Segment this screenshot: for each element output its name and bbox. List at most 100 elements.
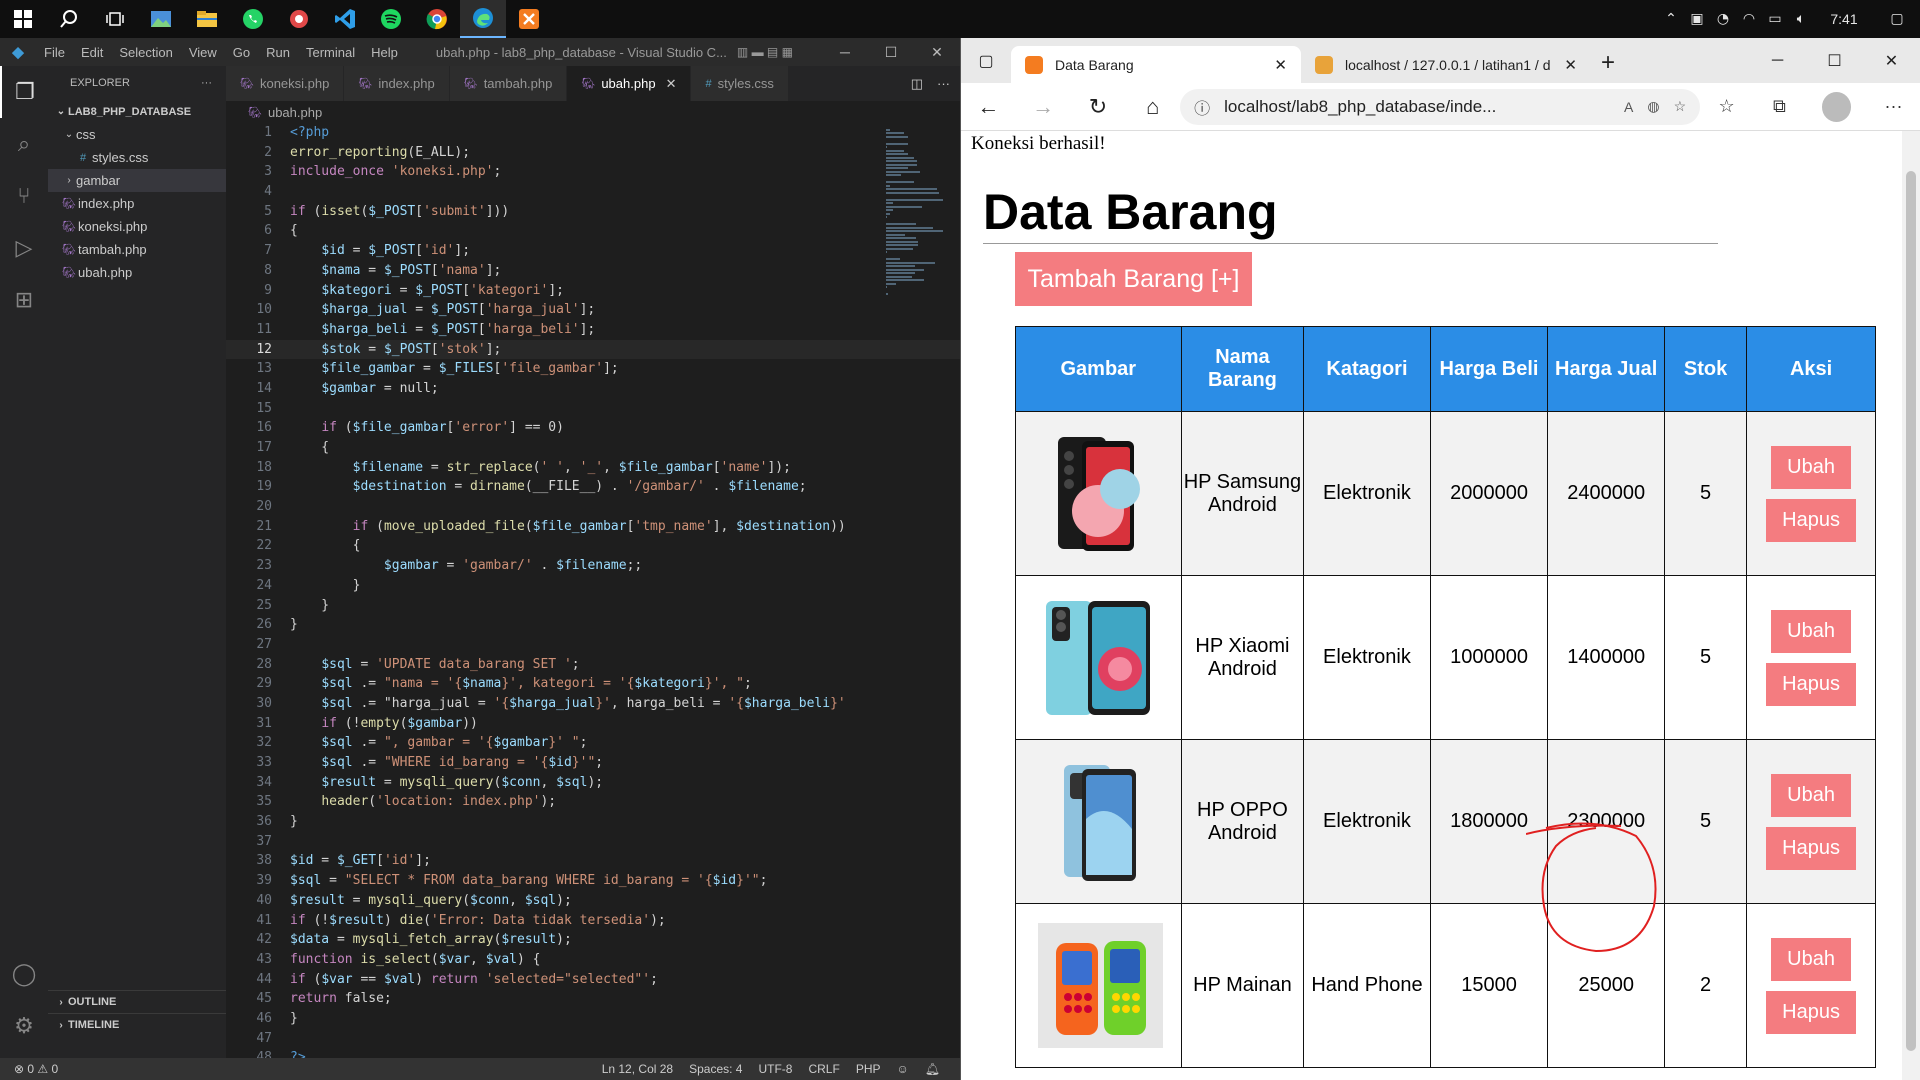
menu-terminal[interactable]: Terminal bbox=[298, 45, 363, 60]
maximize-button[interactable]: ☐ bbox=[1806, 51, 1863, 71]
outline-section[interactable]: › OUTLINE bbox=[48, 990, 226, 1013]
close-tab-icon[interactable]: ✕ bbox=[1274, 56, 1287, 74]
code-line[interactable]: 10 $harga_jual = $_POST['harga_jual']; bbox=[226, 300, 960, 320]
file-explorer-icon[interactable] bbox=[184, 0, 230, 38]
feedback-icon[interactable]: ☺ bbox=[897, 1062, 909, 1076]
code-line[interactable]: 27 bbox=[226, 635, 960, 655]
tree-item-css-folder[interactable]: ⌄ css bbox=[48, 123, 226, 146]
code-line[interactable]: 26} bbox=[226, 615, 960, 635]
delete-button[interactable]: Hapus bbox=[1766, 826, 1856, 870]
vscode-icon[interactable] bbox=[322, 0, 368, 38]
volume-icon[interactable]: 🔈︎ bbox=[1788, 11, 1814, 27]
extensions-icon[interactable]: ⊞ bbox=[0, 274, 48, 326]
browser-tab-phpmyadmin[interactable]: localhost / 127.0.0.1 / latihan1 / d ✕ bbox=[1301, 46, 1591, 83]
code-line[interactable]: 25 } bbox=[226, 596, 960, 616]
photos-icon[interactable] bbox=[138, 0, 184, 38]
split-editor-icon[interactable]: ◫ bbox=[911, 76, 923, 92]
code-line[interactable]: 18 $filename = str_replace(' ', '_', $fi… bbox=[226, 458, 960, 478]
code-line[interactable]: 2 error_reporting(E_ALL); bbox=[226, 143, 960, 163]
more-menu-icon[interactable]: ··· bbox=[1867, 96, 1920, 117]
battery-icon[interactable]: ▭ bbox=[1762, 11, 1788, 27]
tree-item-styles-css[interactable]: # styles.css bbox=[48, 146, 226, 169]
menu-selection[interactable]: Selection bbox=[111, 45, 180, 60]
code-line[interactable]: 28 $sql = 'UPDATE data_barang SET '; bbox=[226, 655, 960, 675]
code-line[interactable]: 9 $kategori = $_POST['kategori']; bbox=[226, 281, 960, 301]
url-text[interactable]: localhost/lab8_php_database/inde... bbox=[1224, 97, 1610, 117]
whatsapp-icon[interactable] bbox=[230, 0, 276, 38]
code-line[interactable]: 35 header('location: index.php'); bbox=[226, 792, 960, 812]
close-button[interactable]: ✕ bbox=[914, 44, 960, 61]
add-item-button[interactable]: Tambah Barang [+] bbox=[1015, 252, 1252, 306]
edge-icon[interactable] bbox=[460, 0, 506, 38]
breadcrumb-file[interactable]: ubah.php bbox=[268, 105, 322, 120]
tree-item-koneksi-php[interactable]: 🐘︎ koneksi.php bbox=[48, 215, 226, 238]
code-line[interactable]: 8 $nama = $_POST['nama']; bbox=[226, 261, 960, 281]
code-line[interactable]: 1 <?php bbox=[226, 123, 960, 143]
tab-styles-css[interactable]: # styles.css bbox=[691, 66, 789, 101]
menu-run[interactable]: Run bbox=[258, 45, 298, 60]
code-line[interactable]: 17 { bbox=[226, 438, 960, 458]
code-line[interactable]: 22 { bbox=[226, 536, 960, 556]
problems-status[interactable]: ⊗ 0 ⚠ 0 bbox=[0, 1062, 58, 1076]
code-line[interactable]: 39 $sql = "SELECT * FROM data_barang WHER… bbox=[226, 871, 960, 891]
tree-item-gambar-folder[interactable]: › gambar bbox=[48, 169, 226, 192]
breadcrumb[interactable]: 🐘︎ ubah.php bbox=[226, 101, 960, 123]
menu-file[interactable]: File bbox=[36, 45, 73, 60]
code-line[interactable]: 46} bbox=[226, 1009, 960, 1029]
profile-avatar[interactable] bbox=[1821, 91, 1852, 122]
collections-icon[interactable]: ⧉ bbox=[1753, 96, 1806, 117]
code-line[interactable]: 29 $sql .= "nama = '{$nama}', kategori =… bbox=[226, 674, 960, 694]
layout-toggle-icon[interactable]: ▥ ▬ ▤ ▦ bbox=[737, 45, 793, 59]
code-line[interactable]: 40 $result = mysqli_query($conn, $sql); bbox=[226, 891, 960, 911]
search-icon[interactable]: ⌕ bbox=[0, 118, 48, 170]
cursor-position[interactable]: Ln 12, Col 28 bbox=[602, 1062, 673, 1076]
task-view-icon[interactable] bbox=[92, 0, 138, 38]
chevron-up-icon[interactable]: ⌃ bbox=[1658, 11, 1684, 27]
code-line[interactable]: 24 } bbox=[226, 576, 960, 596]
more-actions-icon[interactable]: ··· bbox=[201, 77, 212, 89]
delete-button[interactable]: Hapus bbox=[1766, 662, 1856, 706]
code-line[interactable]: 12 $stok = $_POST['stok']; bbox=[226, 339, 960, 360]
delete-button[interactable]: Hapus bbox=[1766, 498, 1856, 542]
code-line[interactable]: 37 bbox=[226, 832, 960, 852]
browser-tab-data-barang[interactable]: Data Barang ✕ bbox=[1011, 46, 1301, 83]
home-icon[interactable]: ⌂ bbox=[1125, 94, 1180, 120]
code-line[interactable]: 5 if (isset($_POST['submit'])) bbox=[226, 202, 960, 222]
refresh-icon[interactable]: ↻ bbox=[1071, 94, 1126, 120]
bell-icon[interactable]: 🔔︎ bbox=[925, 1062, 940, 1076]
search-icon[interactable] bbox=[46, 0, 92, 38]
code-line[interactable]: 16 if ($file_gambar['error'] == 0) bbox=[226, 418, 960, 438]
scrollbar-thumb[interactable] bbox=[1906, 171, 1916, 1051]
edit-button[interactable]: Ubah bbox=[1771, 609, 1851, 653]
address-bar[interactable]: ⓘ localhost/lab8_php_database/inde... A … bbox=[1180, 88, 1701, 125]
source-control-icon[interactable]: ⑂ bbox=[0, 170, 48, 222]
explorer-icon[interactable]: ❐ bbox=[0, 66, 48, 118]
encoding[interactable]: UTF-8 bbox=[758, 1062, 792, 1076]
new-tab-icon[interactable]: + bbox=[1601, 49, 1615, 77]
code-line[interactable]: 34 $result = mysqli_query($conn, $sql); bbox=[226, 773, 960, 793]
notification-icon[interactable]: ▢ bbox=[1874, 11, 1920, 27]
menu-go[interactable]: Go bbox=[225, 45, 258, 60]
camera-icon[interactable]: ▣ bbox=[1684, 11, 1710, 27]
minimize-button[interactable]: ─ bbox=[822, 44, 868, 60]
settings-gear-icon[interactable]: ⚙ bbox=[0, 1000, 48, 1052]
close-button[interactable]: ✕ bbox=[1863, 51, 1920, 71]
tab-actions-icon[interactable]: ▢ bbox=[961, 38, 1011, 83]
code-line[interactable]: 31 if (!empty($gambar)) bbox=[226, 714, 960, 734]
menu-edit[interactable]: Edit bbox=[73, 45, 111, 60]
code-line[interactable]: 30 $sql .= "harga_jual = '{$harga_jual}'… bbox=[226, 694, 960, 714]
code-line[interactable]: 21 if (move_uploaded_file($file_gambar['… bbox=[226, 517, 960, 537]
xampp-icon[interactable] bbox=[506, 0, 552, 38]
tree-item-ubah-php[interactable]: 🐘︎ ubah.php bbox=[48, 261, 226, 284]
app-icon[interactable] bbox=[276, 0, 322, 38]
tab-koneksi-php[interactable]: 🐘︎ koneksi.php bbox=[226, 66, 345, 101]
code-line[interactable]: 15 bbox=[226, 399, 960, 419]
tab-index-php[interactable]: 🐘︎ index.php bbox=[344, 66, 450, 101]
favorites-icon[interactable]: ☆ bbox=[1700, 96, 1753, 117]
code-line[interactable]: 19 $destination = dirname(__FILE__) . '/… bbox=[226, 477, 960, 497]
menu-view[interactable]: View bbox=[181, 45, 225, 60]
tab-tambah-php[interactable]: 🐘︎ tambah.php bbox=[449, 66, 568, 101]
tab-ubah-php[interactable]: 🐘︎ ubah.php ✕ bbox=[567, 66, 692, 101]
edit-button[interactable]: Ubah bbox=[1771, 773, 1851, 817]
run-debug-icon[interactable]: ▷ bbox=[0, 222, 48, 274]
